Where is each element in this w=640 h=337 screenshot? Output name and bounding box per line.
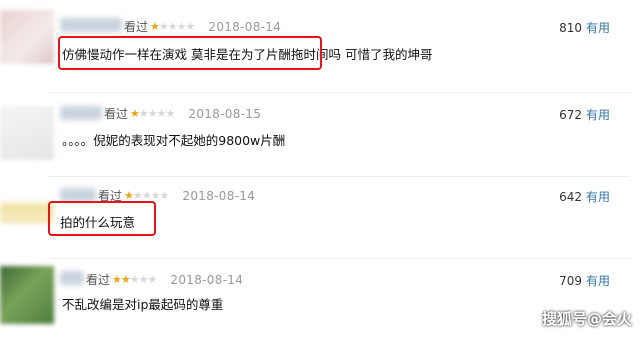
username[interactable]: [60, 18, 122, 32]
review-item-2: 看过 ★★★★★ 2018-08-15 672 有用 。。。。倪妮的表现对不起她的98…: [0, 92, 640, 182]
username[interactable]: [60, 106, 102, 120]
useful-button[interactable]: 有用: [586, 190, 610, 204]
review-item-3: 看过 ★★★★★ 2018-08-14 642 有用 拍的什么玩意: [0, 176, 640, 256]
avatar[interactable]: [0, 106, 54, 160]
review-date: 2018-08-14: [182, 189, 256, 203]
vote-count: 709 有用: [559, 272, 610, 289]
star-filled-icon: ★: [150, 20, 160, 33]
username[interactable]: [60, 271, 84, 285]
review-date: 2018-08-15: [188, 107, 262, 121]
review-text: 不乱改编是对ip最起码的尊重: [62, 297, 224, 312]
avatar[interactable]: [0, 10, 54, 64]
star-empty-icon: ★: [159, 189, 170, 202]
star-empty-icon: ★: [156, 107, 167, 120]
star-empty-icon: ★: [158, 20, 169, 33]
rating-stars: ★★★★★: [130, 107, 176, 120]
review-date: 2018-08-14: [170, 273, 244, 287]
watched-label: 看过: [124, 20, 149, 34]
star-empty-icon: ★: [129, 273, 140, 286]
vote-number: 709: [559, 274, 582, 288]
username[interactable]: [60, 188, 96, 202]
useful-button[interactable]: 有用: [586, 21, 610, 35]
watermark: 搜狐号@会火: [541, 310, 632, 328]
star-empty-icon: ★: [165, 107, 176, 120]
watched-label: 看过: [104, 107, 129, 121]
watched-label: 看过: [86, 273, 111, 287]
vote-number: 672: [559, 108, 582, 122]
star-empty-icon: ★: [147, 107, 158, 120]
vote-count: 810 有用: [559, 19, 610, 36]
vote-count: 672 有用: [559, 106, 610, 123]
vote-number: 642: [559, 190, 582, 204]
rating-stars: ★★★★★: [112, 273, 158, 286]
review-meta: 看过 ★★★★★ 2018-08-15: [104, 105, 261, 122]
highlight-box: [58, 36, 322, 70]
star-filled-icon: ★: [120, 273, 131, 286]
vote-number: 810: [559, 21, 582, 35]
star-empty-icon: ★: [147, 273, 158, 286]
star-empty-icon: ★: [185, 20, 196, 33]
review-meta: 看过 ★★★★★ 2018-08-14: [86, 271, 243, 288]
vote-count: 642 有用: [559, 188, 610, 205]
review-item-1: 看过 ★★★★★ 2018-08-14 810 有用 仿佛慢动作一样在演戏 莫非是在为…: [0, 0, 640, 90]
star-empty-icon: ★: [176, 20, 187, 33]
avatar[interactable]: [0, 266, 54, 324]
star-empty-icon: ★: [138, 107, 149, 120]
star-empty-icon: ★: [138, 273, 149, 286]
review-date: 2018-08-14: [208, 20, 282, 34]
star-empty-icon: ★: [167, 20, 178, 33]
star-filled-icon: ★: [130, 107, 140, 120]
review-text: 。。。。倪妮的表现对不起她的9800w片酬: [62, 133, 286, 148]
rating-stars: ★★★★★: [150, 20, 196, 33]
useful-button[interactable]: 有用: [586, 274, 610, 288]
highlight-box: [48, 201, 156, 236]
avatar[interactable]: [0, 184, 54, 224]
useful-button[interactable]: 有用: [586, 108, 610, 122]
review-meta: 看过 ★★★★★ 2018-08-14: [124, 18, 281, 35]
star-filled-icon: ★: [112, 273, 122, 286]
